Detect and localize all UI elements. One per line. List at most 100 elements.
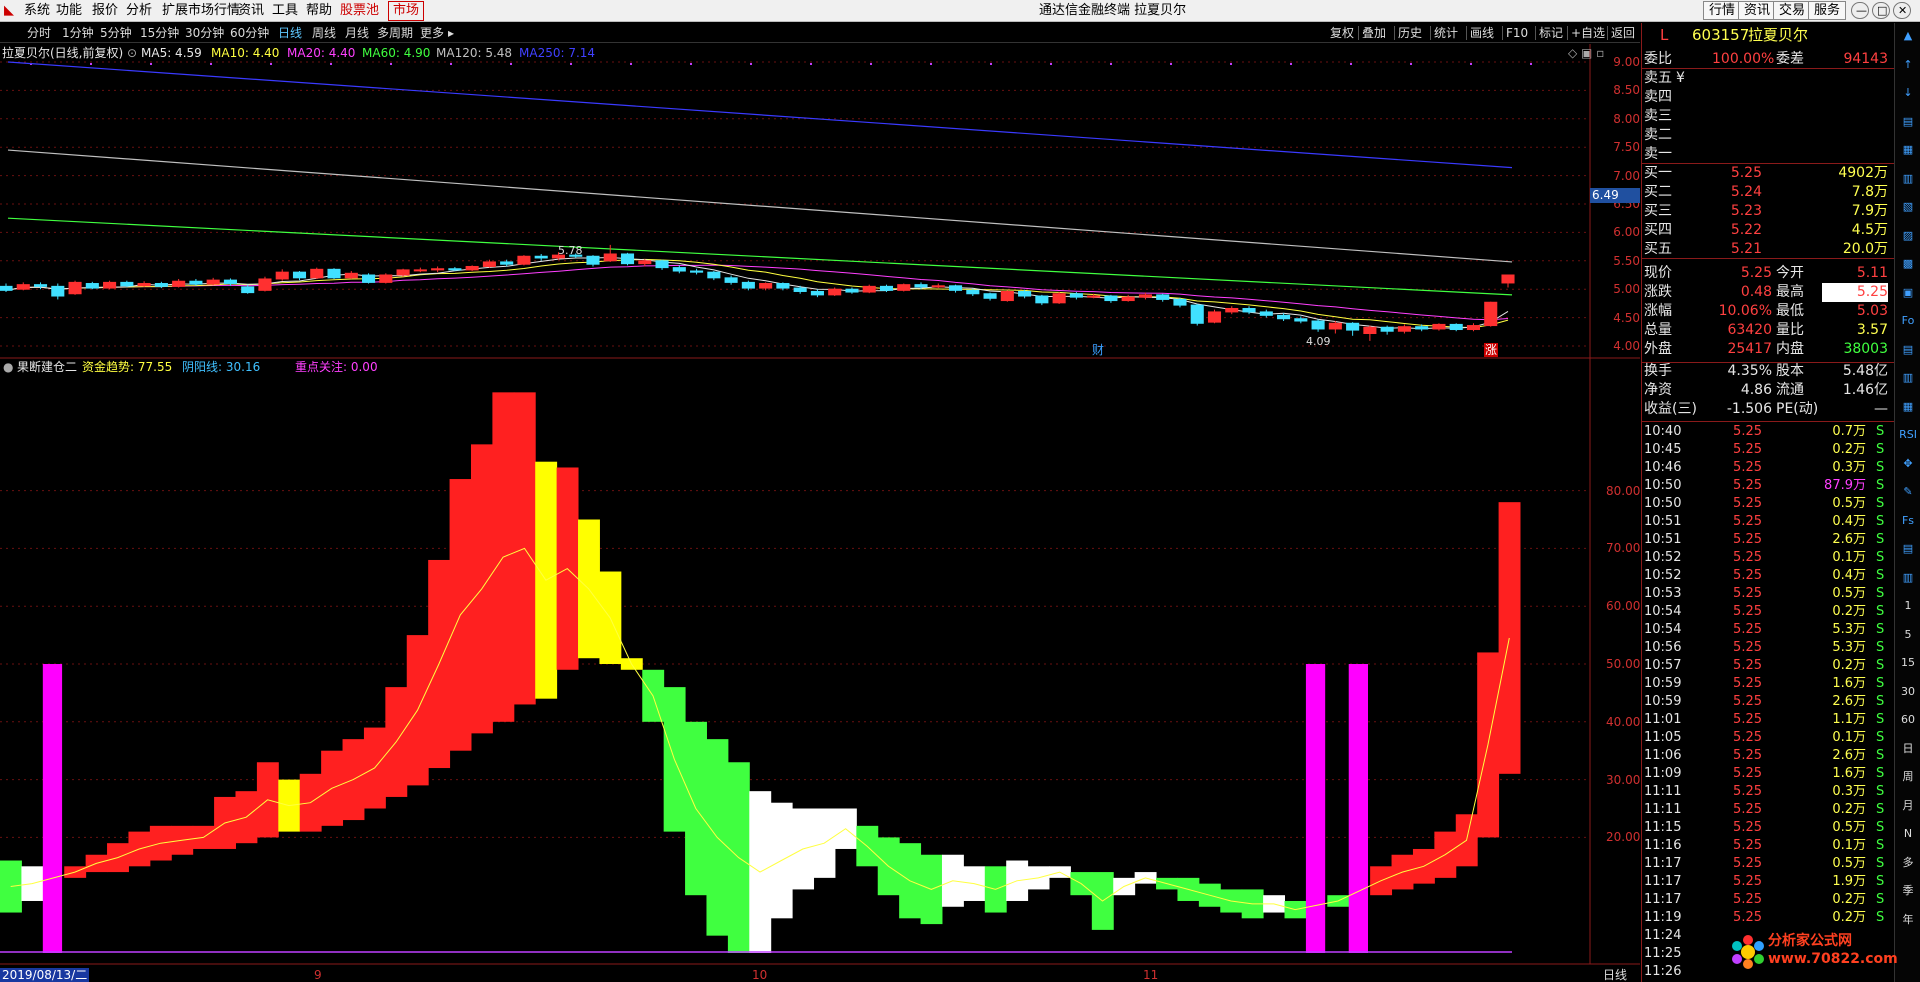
high-price-label: 5.78 — [558, 244, 583, 257]
candle — [1466, 323, 1481, 332]
sidebar-button-27[interactable]: 月 — [1898, 797, 1918, 815]
price-axis-tick: 6.00 — [1613, 225, 1640, 240]
sidebar-button-30[interactable]: 季 — [1898, 882, 1918, 900]
candle — [1277, 313, 1291, 322]
maximize-button[interactable]: □ — [1872, 2, 1890, 19]
sidebar-button-0[interactable]: ▲ — [1898, 27, 1918, 45]
sidebar-button-28[interactable]: N — [1898, 825, 1918, 843]
watermark-text: 分析家公式网 www.70822.com — [1768, 933, 1898, 967]
sidebar-button-12[interactable]: ▥ — [1898, 369, 1918, 387]
candle — [327, 268, 341, 279]
candle — [1501, 274, 1515, 288]
candle — [223, 278, 237, 286]
candle — [85, 281, 99, 290]
tick-row: 11:06 5.25 2.6万 S — [1644, 748, 1885, 763]
tick-row: 10:51 5.25 2.6万 S — [1644, 532, 1885, 547]
candle — [431, 266, 445, 273]
sidebar-button-20[interactable]: 1 — [1898, 597, 1918, 615]
tick-row: 11:15 5.25 0.5万 S — [1644, 820, 1885, 835]
ma-label-1: MA10: 4.40 — [211, 46, 280, 60]
sidebar-button-13[interactable]: ▦ — [1898, 398, 1918, 416]
candle — [275, 269, 289, 281]
sidebar-button-22[interactable]: 15 — [1898, 654, 1918, 672]
sidebar-button-19[interactable]: ▥ — [1898, 569, 1918, 587]
limit-up-marker[interactable]: 涨 — [1484, 343, 1499, 357]
signal-dot — [90, 63, 92, 65]
candle — [655, 259, 669, 270]
candle — [292, 271, 307, 281]
quote-stat-row: 总量 63420 量比 3.57 — [1644, 322, 1888, 338]
candle — [534, 253, 548, 261]
top-button-1[interactable]: 资讯 — [1738, 1, 1777, 20]
candle — [1449, 323, 1463, 332]
close-button[interactable]: ✕ — [1893, 2, 1911, 19]
sidebar-button-8[interactable]: ▩ — [1898, 255, 1918, 273]
settings-icon[interactable]: ⊙ — [127, 46, 137, 60]
candle — [862, 284, 876, 294]
sidebar-button-18[interactable]: ▤ — [1898, 540, 1918, 558]
sidebar-button-10[interactable]: Fo — [1898, 312, 1918, 330]
sidebar-button-26[interactable]: 周 — [1898, 768, 1918, 786]
top-button-0[interactable]: 行情 — [1703, 1, 1742, 20]
sidebar-button-15[interactable]: ✥ — [1898, 455, 1918, 473]
sell-level-3: 卖三 — [1644, 108, 1672, 124]
chart-area[interactable] — [0, 0, 1640, 982]
sidebar-button-29[interactable]: 多 — [1898, 854, 1918, 872]
signal-dot — [1410, 63, 1412, 65]
signal-dot — [1230, 63, 1232, 65]
signal-dot — [1050, 63, 1052, 65]
top-button-2[interactable]: 交易 — [1773, 1, 1812, 20]
sidebar-button-24[interactable]: 60 — [1898, 711, 1918, 729]
candle — [1397, 324, 1411, 334]
candle — [33, 282, 48, 290]
sidebar-button-7[interactable]: ▨ — [1898, 227, 1918, 245]
panel-separator — [1642, 68, 1894, 69]
ma-label-2: MA20: 4.40 — [287, 46, 356, 60]
finance-event-marker[interactable]: 财 — [1092, 343, 1104, 357]
sidebar-button-16[interactable]: ✎ — [1898, 483, 1918, 501]
indicator-yinyang-label: 阴阳线: 30.16 — [182, 360, 261, 374]
sidebar-button-17[interactable]: Fs — [1898, 512, 1918, 530]
signal-dot — [390, 63, 392, 65]
quote-stat2-row: 收益(三) -1.506 PE(动) — — [1644, 401, 1888, 417]
buy-level-4: 买四 5.22 4.5万 — [1644, 222, 1888, 238]
sidebar-button-11[interactable]: ▤ — [1898, 341, 1918, 359]
sidebar-button-25[interactable]: 日 — [1898, 740, 1918, 758]
sidebar-button-5[interactable]: ▥ — [1898, 170, 1918, 188]
signal-dot — [990, 63, 992, 65]
tick-row: 10:51 5.25 0.4万 S — [1644, 514, 1885, 529]
chart-mode-icon[interactable]: ◇ ▣ ▫ — [1568, 46, 1604, 60]
top-button-3[interactable]: 服务 — [1808, 1, 1847, 20]
indicator-block — [42, 664, 63, 953]
signal-dot — [1110, 63, 1112, 65]
candle — [1380, 325, 1394, 335]
candle — [672, 265, 686, 274]
ma-label-0: MA5: 4.59 — [141, 46, 202, 60]
sidebar-button-31[interactable]: 年 — [1898, 911, 1918, 929]
candle — [1259, 309, 1273, 318]
price-axis-tick: 9.00 — [1613, 55, 1640, 69]
stock-name: 拉夏贝尔 — [1748, 26, 1809, 44]
sidebar-button-6[interactable]: ▧ — [1898, 198, 1918, 216]
sidebar-button-9[interactable]: ▣ — [1898, 284, 1918, 302]
sidebar-button-21[interactable]: 5 — [1898, 626, 1918, 644]
candle — [137, 281, 151, 287]
sidebar-button-1[interactable]: ↑ — [1898, 56, 1918, 74]
sidebar-button-23[interactable]: 30 — [1898, 683, 1918, 701]
sidebar-button-3[interactable]: ▤ — [1898, 113, 1918, 131]
panel-separator — [1642, 163, 1894, 164]
price-axis-tick: 5.00 — [1613, 282, 1640, 297]
quote-flag: L — [1660, 26, 1669, 44]
buy-level-1: 买一 5.25 4902万 — [1644, 165, 1888, 181]
sidebar-button-2[interactable]: ↓ — [1898, 84, 1918, 102]
indicator-name: 果断建仓二 — [17, 360, 78, 374]
sell-level-4: 卖四 — [1644, 89, 1672, 105]
tick-row: 11:16 5.25 0.1万 S — [1644, 838, 1885, 853]
signal-dot — [1350, 63, 1352, 65]
buy-level-5: 买五 5.21 20.0万 — [1644, 241, 1888, 257]
indicator-settings-icon[interactable]: ● — [3, 360, 13, 374]
price-axis-tick: 4.00 — [1613, 339, 1640, 353]
sidebar-button-4[interactable]: ▦ — [1898, 141, 1918, 159]
sidebar-button-14[interactable]: RSI — [1898, 426, 1918, 444]
minimize-button[interactable]: — — [1851, 2, 1869, 19]
